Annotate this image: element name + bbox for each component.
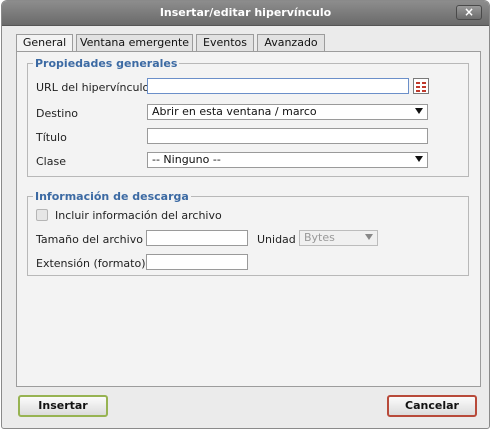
link-dialog: Insertar/editar hipervínculo × General V… bbox=[1, 0, 490, 429]
file-size-label: Tamaño del archivo bbox=[36, 233, 143, 246]
extension-input[interactable] bbox=[146, 254, 248, 270]
target-select-value: Abrir en esta ventana / marco bbox=[152, 105, 317, 118]
title-input[interactable] bbox=[147, 128, 428, 144]
close-icon: × bbox=[463, 5, 475, 19]
chevron-down-icon bbox=[415, 156, 423, 162]
chevron-down-icon bbox=[365, 234, 373, 240]
unit-select[interactable]: Bytes bbox=[299, 230, 378, 246]
chevron-down-icon bbox=[415, 108, 423, 114]
tab-panel-general: Propiedades generales URL del hipervíncu… bbox=[16, 51, 481, 387]
browse-icon[interactable] bbox=[413, 78, 429, 94]
url-label: URL del hipervínculo bbox=[36, 81, 150, 94]
target-label: Destino bbox=[36, 107, 79, 120]
dialog-titlebar[interactable]: Insertar/editar hipervínculo × bbox=[2, 1, 489, 26]
cancel-button[interactable]: Cancelar bbox=[387, 395, 477, 417]
tab-advanced[interactable]: Avanzado bbox=[257, 34, 325, 51]
extension-label: Extensión (formato) bbox=[36, 257, 146, 270]
file-size-input[interactable] bbox=[146, 230, 248, 246]
target-select[interactable]: Abrir en esta ventana / marco bbox=[147, 104, 428, 120]
insert-button[interactable]: Insertar bbox=[18, 395, 108, 417]
include-file-info-checkbox[interactable] bbox=[36, 209, 48, 221]
unit-select-value: Bytes bbox=[304, 231, 335, 244]
general-properties-legend: Propiedades generales bbox=[35, 57, 178, 70]
include-file-info-label: Incluir información del archivo bbox=[55, 209, 222, 222]
class-label: Clase bbox=[36, 155, 66, 168]
dialog-title: Insertar/editar hipervínculo bbox=[159, 6, 332, 19]
download-info-legend: Información de descarga bbox=[35, 190, 189, 203]
close-button[interactable]: × bbox=[456, 5, 482, 20]
url-input[interactable] bbox=[147, 78, 409, 94]
tab-popup-window[interactable]: Ventana emergente bbox=[76, 34, 193, 51]
unit-label: Unidad bbox=[257, 233, 296, 246]
title-label: Título bbox=[36, 131, 67, 144]
class-select-value: -- Ninguno -- bbox=[152, 153, 221, 166]
class-select[interactable]: -- Ninguno -- bbox=[147, 152, 428, 168]
tab-events[interactable]: Eventos bbox=[196, 34, 254, 51]
